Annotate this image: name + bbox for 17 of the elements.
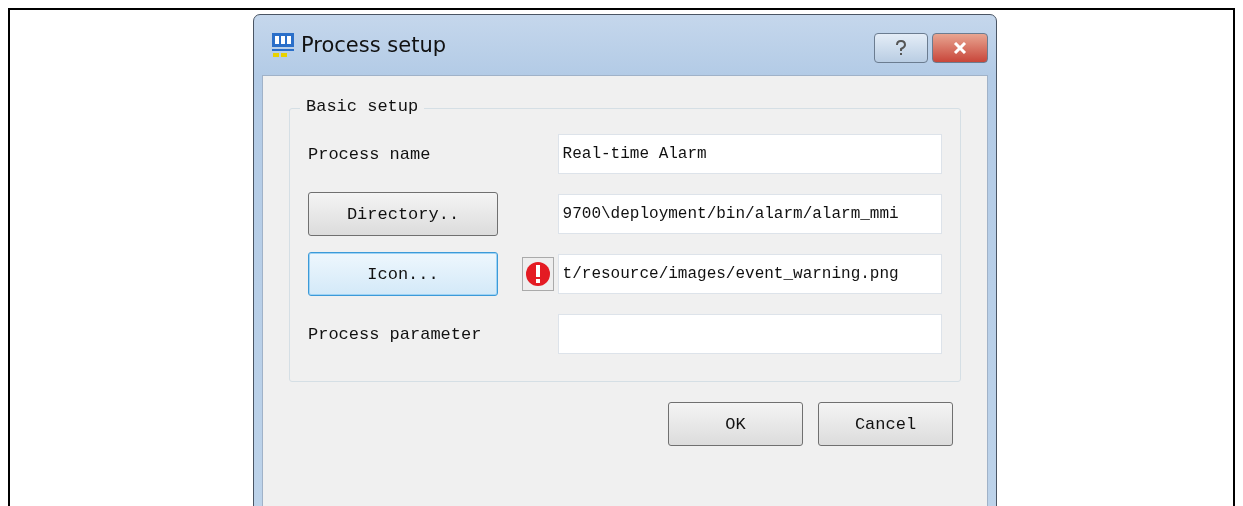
field-label: Process name — [308, 144, 431, 164]
dialog-button[interactable]: OK — [668, 402, 803, 446]
help-icon — [895, 40, 907, 56]
help-button[interactable] — [874, 33, 928, 63]
dialog-button[interactable]: Cancel — [818, 402, 953, 446]
window-title: Process setup — [301, 33, 447, 57]
text-field[interactable]: 9700\deployment/bin/alarm/alarm_mmi — [557, 194, 942, 234]
close-button[interactable] — [932, 33, 988, 63]
field-label: Process parameter — [308, 324, 482, 344]
browse-button[interactable]: Directory.. — [308, 192, 498, 236]
text-field[interactable] — [557, 314, 942, 354]
app-icon — [271, 32, 295, 58]
group-title: Basic setup — [300, 97, 425, 116]
browse-button[interactable]: Icon... — [308, 252, 498, 296]
text-field[interactable]: Real-time Alarm — [557, 134, 942, 174]
close-icon — [953, 42, 967, 54]
text-field[interactable]: t/resource/images/event_warning.png — [557, 254, 942, 294]
